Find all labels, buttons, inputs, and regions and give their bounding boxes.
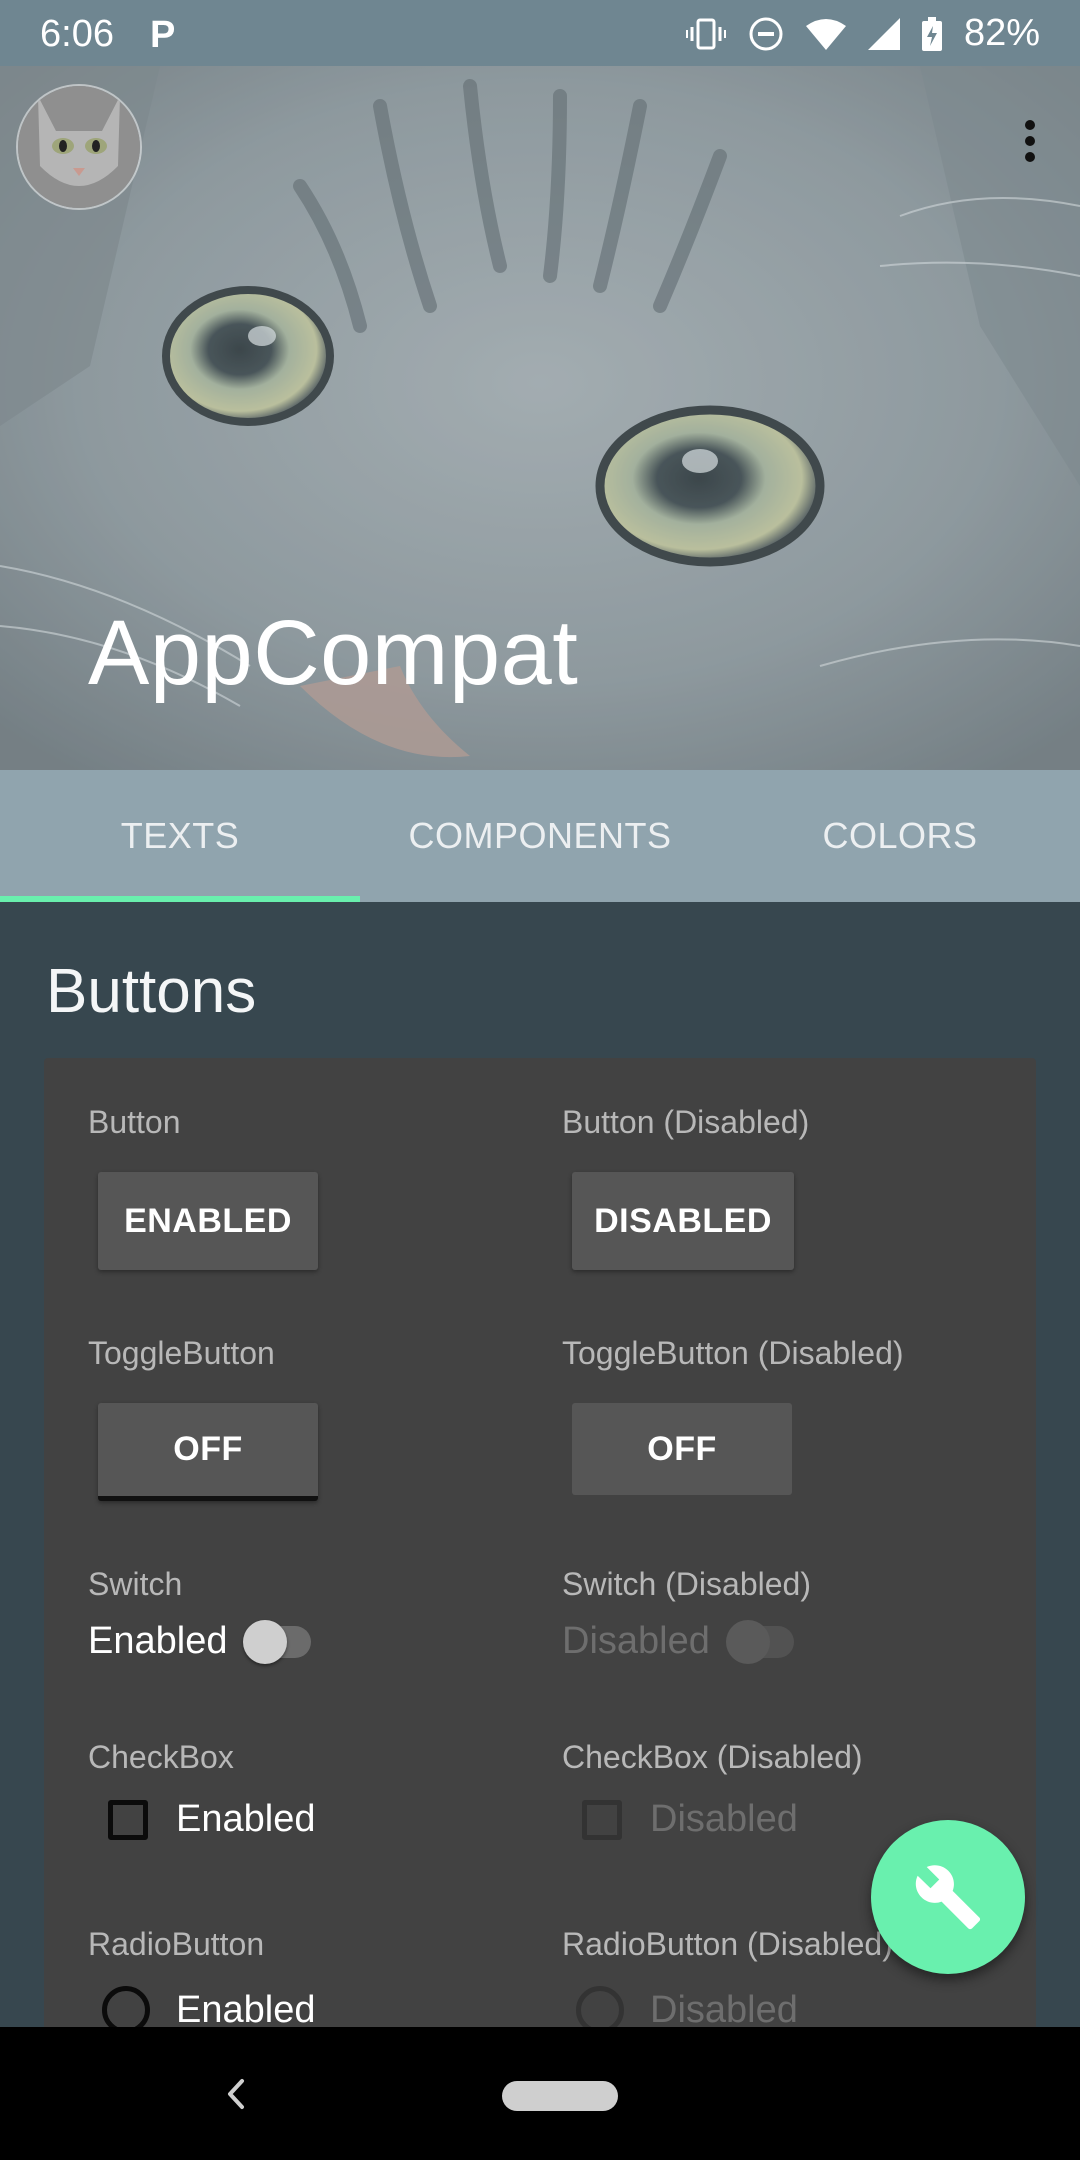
checkbox-label: CheckBox bbox=[88, 1739, 234, 1775]
switch-disabled-thumb bbox=[725, 1619, 770, 1664]
switch-disabled-text: Disabled bbox=[562, 1620, 710, 1662]
radio-button[interactable]: Enabled bbox=[102, 1986, 315, 2027]
radio-disabled-text: Disabled bbox=[650, 1988, 798, 2028]
switch[interactable]: Enabled bbox=[88, 1619, 312, 1664]
cat-avatar-icon bbox=[18, 86, 140, 208]
back-icon[interactable] bbox=[222, 2077, 252, 2111]
avatar[interactable] bbox=[16, 84, 142, 210]
tab-bar: TEXTS COMPONENTS COLORS bbox=[0, 770, 1080, 902]
button-disabled-label: Button (Disabled) bbox=[562, 1104, 810, 1140]
app-notification-icon: P bbox=[150, 14, 176, 56]
button-label: Button bbox=[88, 1104, 181, 1140]
disabled-button: DISABLED bbox=[572, 1172, 794, 1270]
wifi-icon bbox=[805, 18, 846, 50]
status-bar: 6:06 P 82% bbox=[0, 0, 1080, 66]
toggle-button[interactable]: OFF bbox=[98, 1403, 318, 1501]
dnd-icon bbox=[748, 16, 784, 52]
radio-disabled-label: RadioButton (Disabled) bbox=[562, 1926, 893, 1962]
checkbox-disabled: Disabled bbox=[582, 1798, 798, 1841]
checkbox[interactable]: Enabled bbox=[108, 1798, 315, 1841]
tab-texts[interactable]: TEXTS bbox=[0, 770, 360, 902]
wrench-icon bbox=[915, 1865, 981, 1930]
checkbox-disabled-label: CheckBox (Disabled) bbox=[562, 1739, 863, 1775]
switch-label: Switch bbox=[88, 1566, 183, 1602]
switch-thumb[interactable] bbox=[243, 1619, 288, 1664]
section-title: Buttons bbox=[46, 957, 257, 1026]
radio-label: RadioButton bbox=[88, 1926, 265, 1962]
enabled-button[interactable]: ENABLED bbox=[98, 1172, 318, 1270]
vibrate-icon bbox=[685, 17, 726, 51]
checkbox-box[interactable] bbox=[108, 1799, 148, 1840]
radio-text: Enabled bbox=[176, 1988, 316, 2028]
toggle-button-disabled: OFF bbox=[572, 1403, 792, 1495]
radio-disabled-circle bbox=[576, 1986, 624, 2027]
home-pill-icon[interactable] bbox=[502, 2081, 618, 2111]
status-icons: 82% bbox=[685, 12, 1040, 55]
checkbox-text: Enabled bbox=[176, 1798, 316, 1840]
switch-text: Enabled bbox=[88, 1620, 228, 1662]
checkbox-disabled-text: Disabled bbox=[650, 1798, 798, 1840]
battery-percent: 82% bbox=[963, 12, 1040, 54]
toggle-disabled-label: ToggleButton (Disabled) bbox=[562, 1335, 904, 1371]
toggle-label: ToggleButton bbox=[88, 1335, 275, 1371]
system-nav-bar bbox=[0, 2027, 1080, 2160]
signal-icon bbox=[867, 17, 900, 50]
status-time: 6:06 bbox=[40, 13, 114, 55]
battery-charging-icon bbox=[921, 16, 942, 51]
switch-disabled: Disabled bbox=[562, 1619, 794, 1664]
tab-colors[interactable]: COLORS bbox=[720, 770, 1080, 902]
radio-circle[interactable] bbox=[102, 1986, 150, 2027]
switch-disabled-label: Switch (Disabled) bbox=[562, 1566, 811, 1602]
tab-components[interactable]: COMPONENTS bbox=[360, 770, 720, 902]
checkbox-disabled-box bbox=[582, 1799, 622, 1840]
collapsing-header: AppCompat bbox=[0, 66, 1080, 770]
switch-disabled-track bbox=[725, 1619, 794, 1664]
more-vert-icon[interactable] bbox=[1020, 120, 1040, 170]
app-title: AppCompat bbox=[88, 602, 579, 704]
radio-button-disabled: Disabled bbox=[576, 1986, 798, 2027]
switch-track[interactable] bbox=[243, 1619, 312, 1664]
settings-fab[interactable] bbox=[871, 1820, 1025, 1974]
